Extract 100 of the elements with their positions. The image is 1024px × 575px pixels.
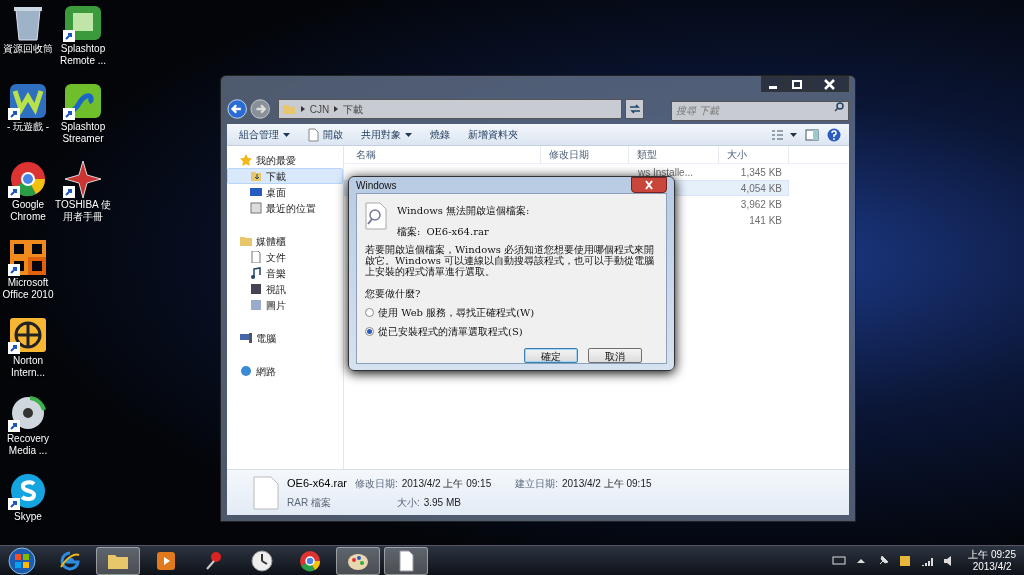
dialog-button[interactable]: 確定 (524, 348, 578, 363)
field-value: 2013/4/2 上午 09:15 (562, 476, 652, 491)
column-header[interactable]: 修改日期 (541, 145, 629, 164)
toolbar-button[interactable]: 開啟 (300, 124, 351, 145)
breadcrumb-item[interactable]: CJN (309, 101, 330, 117)
desktop-shortcut[interactable]: Norton Intern... (0, 316, 56, 379)
close-button[interactable] (631, 177, 667, 193)
file-name: OE6-x64.rar (287, 475, 347, 491)
shortcut-label: TOSHIBA 使用者手冊 (55, 199, 111, 223)
nav-item[interactable]: 桌面 (227, 184, 343, 200)
chevron-icon (299, 105, 306, 113)
desktop-shortcut[interactable]: Google Chrome (0, 160, 56, 223)
clock-date: 2013/4/2 (972, 560, 1012, 573)
chevron-icon (333, 105, 340, 113)
desktop-shortcut[interactable]: Microsoft Office 2010 (0, 238, 56, 301)
skype-icon (8, 472, 48, 510)
nav-item[interactable]: 音樂 (227, 265, 343, 281)
dialog-title: Windows (356, 178, 397, 193)
radio-option[interactable]: 從已安裝程式的清單選取程式(S) (365, 324, 658, 339)
back-icon[interactable] (227, 98, 248, 120)
desktop-shortcut[interactable]: TOSHIBA 使用者手冊 (55, 160, 111, 223)
option-label: 從已安裝程式的清單選取程式(S) (378, 325, 523, 339)
desktop-shortcut[interactable]: Recovery Media ... (0, 394, 56, 457)
desktop-shortcut[interactable]: - 玩遊戲 - (0, 82, 56, 133)
monitor-app-icon (63, 4, 103, 42)
help-icon[interactable] (827, 127, 841, 142)
type-cell: ws Installe... (638, 166, 694, 178)
desktop-shortcut[interactable]: Skype (0, 472, 56, 523)
compass-star-icon (63, 160, 103, 198)
splash-icon (63, 82, 103, 120)
nav-item[interactable]: 電腦 (227, 330, 343, 346)
size-cell-text: 1,345 KB (739, 165, 782, 180)
view-options-icon[interactable] (771, 128, 797, 141)
refresh-button[interactable] (625, 99, 644, 119)
minimize-button[interactable] (761, 76, 785, 92)
magnifier-file-icon (365, 202, 387, 230)
nav-item[interactable]: 圖片 (227, 297, 343, 313)
taskbar-button[interactable] (96, 546, 140, 575)
preview-pane-icon[interactable] (805, 128, 819, 141)
keyboard-icon[interactable] (832, 553, 847, 568)
nav-item[interactable]: 文件 (227, 249, 343, 265)
search-field[interactable]: 搜尋 下載 (671, 100, 849, 121)
field-label: 大小: (396, 496, 420, 511)
dialog-button[interactable]: 取消 (588, 348, 642, 363)
desktop-shortcut[interactable]: 資源回收筒 (0, 4, 56, 55)
dialog-message: 若要開啟這個檔案，Windows 必須知道您想要使用哪個程式來開啟它。Windows 可以連線以自動搜尋該程式，也可以手動從電腦上安裝的程式清單進行選取。 (365, 244, 656, 277)
nav-item[interactable]: 我的最愛 (227, 152, 343, 168)
file-name: OE6-x64.rar (426, 225, 489, 239)
shortcut-arrow-icon (8, 342, 20, 354)
column-header[interactable]: 類型 (629, 145, 719, 164)
close-icon (643, 180, 655, 190)
taskbar-button[interactable] (336, 546, 380, 575)
file-type: RAR 檔案 (287, 496, 332, 511)
desktop-shortcut[interactable]: Splashtop Remote ... (55, 4, 111, 67)
nav-item[interactable]: 媒體櫃 (227, 233, 343, 249)
shortcut-label: 資源回收筒 (2, 43, 54, 55)
computer-icon (240, 332, 252, 344)
nav-item[interactable]: 視訊 (227, 281, 343, 297)
field-value: 3.95 MB (423, 496, 461, 511)
shortcut-label: Splashtop Remote ... (58, 43, 108, 67)
radio-button[interactable] (365, 327, 374, 336)
toolbar-button[interactable]: 新增資料夾 (460, 124, 526, 145)
file-row[interactable]: ws Installe... 1,345 KB (344, 164, 789, 180)
radio-button[interactable] (365, 308, 374, 317)
shortcut-arrow-icon (8, 420, 20, 432)
close-icon (823, 78, 835, 90)
dialog-heading: Windows 無法開啟這個檔案: (397, 204, 530, 218)
field-label: 修改日期: (354, 476, 398, 491)
nav-item[interactable]: 最近的位置 (227, 200, 343, 216)
file-icon (308, 127, 319, 142)
toolbar-button[interactable]: 組合管理 (231, 124, 298, 145)
shortcut-arrow-icon (63, 186, 75, 198)
taskbar-button[interactable] (384, 546, 428, 575)
clock[interactable]: 上午 09:25 2013/4/2 (968, 548, 1016, 573)
toolbar-button[interactable]: 燒錄 (422, 124, 458, 145)
nav-item[interactable]: 網路 (227, 363, 343, 379)
download-icon (250, 170, 262, 182)
toolbar-button[interactable]: 共用對象 (353, 124, 420, 145)
size-cell-text: 4,054 KB (739, 181, 782, 196)
maximize-button[interactable] (785, 76, 809, 92)
column-header[interactable]: 大小 (719, 145, 789, 164)
desktop-shortcut[interactable]: Splashtop Streamer (55, 82, 111, 145)
shield-icon[interactable] (898, 553, 913, 568)
radio-option[interactable]: 使用 Web 服務，尋找正確程式(W) (365, 305, 658, 320)
refresh-icon (628, 104, 641, 114)
shortcut-arrow-icon (63, 108, 75, 120)
shortcut-label: Microsoft Office 2010 (1, 277, 55, 301)
minimize-icon (769, 85, 777, 89)
breadcrumb-item[interactable]: 下載 (343, 101, 364, 117)
column-header[interactable]: 名稱 (344, 145, 541, 164)
doc-icon (250, 251, 262, 263)
option-label: 使用 Web 服務，尋找正確程式(W) (378, 306, 535, 320)
close-button[interactable] (809, 76, 849, 92)
forward-icon[interactable] (250, 98, 271, 120)
address-bar[interactable]: CJN 下載 (277, 99, 623, 119)
shortcut-arrow-icon (8, 498, 20, 510)
nav-item[interactable]: 下載 (227, 168, 343, 184)
shortcut-arrow-icon (8, 264, 20, 276)
network-icon (240, 365, 252, 377)
shortcut-label: Recovery Media ... (5, 433, 51, 457)
